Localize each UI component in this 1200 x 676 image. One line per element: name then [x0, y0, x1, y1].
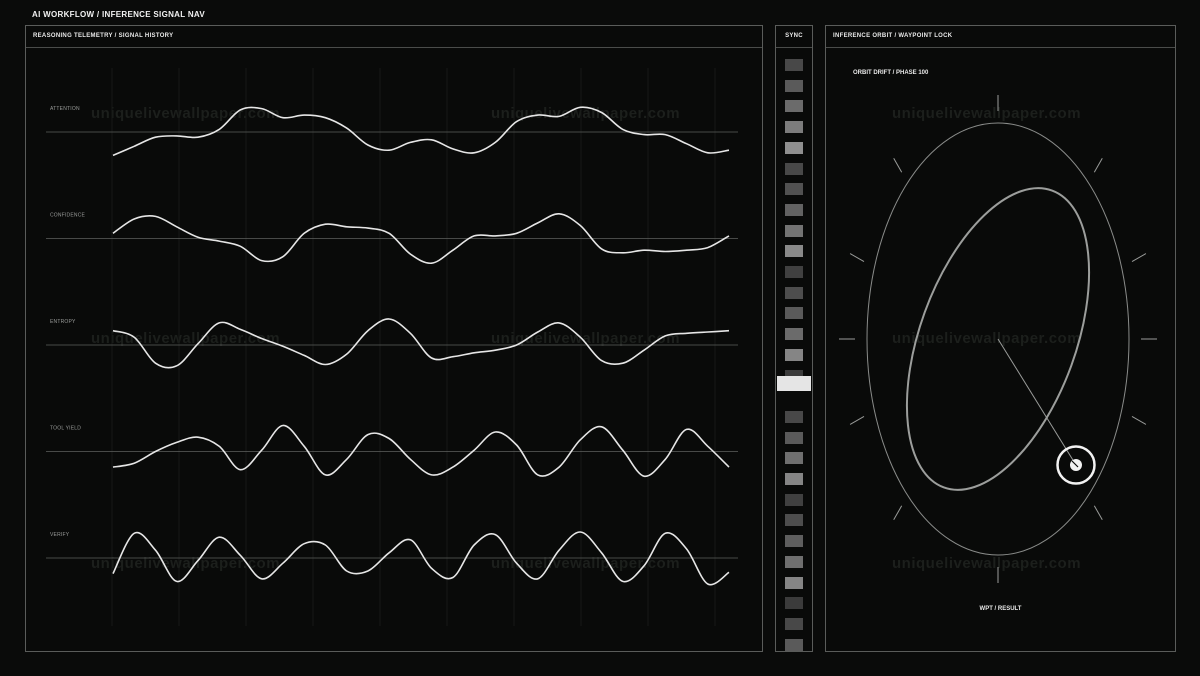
- orbit-tick: [849, 253, 865, 263]
- sync-cell: [785, 266, 803, 278]
- signal-history-plot: ATTENTION CONFIDENCE ENTROPY TOOL YIELD VERI…: [46, 68, 738, 626]
- signal-row: ENTROPY: [46, 318, 738, 369]
- signal-row: VERIFY: [46, 531, 738, 586]
- signal-row: ATTENTION: [46, 106, 738, 157]
- sync-cell: [785, 203, 803, 216]
- orbit-tick: [1131, 253, 1147, 263]
- sync-cell: [785, 638, 803, 651]
- sync-cell: [785, 410, 803, 423]
- signal-label: ATTENTION: [50, 106, 80, 112]
- orbit-tick: [893, 158, 903, 173]
- sync-cell: [785, 535, 803, 548]
- orbit-tick: [1093, 505, 1103, 520]
- orbit-panel: INFERENCE ORBIT / WAYPOINT LOCK uniqueli…: [825, 25, 1176, 652]
- sync-panel-header: SYNC: [776, 26, 812, 48]
- signal-label: CONFIDENCE: [50, 213, 86, 219]
- orbit-tick: [893, 505, 903, 520]
- orbit-drift-label: ORBIT DRIFT / PHASE 100: [853, 70, 929, 76]
- sync-cell: [785, 245, 803, 258]
- sync-cell: [785, 307, 803, 320]
- signal-label: VERIFY: [50, 532, 70, 538]
- orbit-graphic: [839, 95, 1157, 583]
- sync-cell: [785, 617, 803, 630]
- waypoint-result-label: WPT / RESULT: [979, 606, 1022, 612]
- sync-cell: [785, 121, 803, 134]
- sync-cell: [785, 514, 803, 527]
- signal-trace: [112, 318, 730, 369]
- sync-cell: [785, 224, 803, 237]
- signal-label: TOOL YIELD: [50, 426, 81, 432]
- signal-trace: [112, 424, 730, 478]
- waypoint-vector-line: [997, 338, 1077, 466]
- sync-panel: SYNC: [775, 25, 813, 652]
- signal-trace: [112, 106, 730, 157]
- signal-row: CONFIDENCE: [46, 213, 738, 265]
- sync-cell: [785, 348, 803, 361]
- sync-panel-title: SYNC: [785, 33, 803, 39]
- sync-cell: [785, 597, 803, 610]
- sync-cell: [785, 431, 803, 444]
- sync-cell: [785, 555, 803, 568]
- sync-cell: [785, 286, 803, 299]
- sync-cell: [785, 162, 803, 175]
- sync-cell: [785, 473, 803, 485]
- signal-row: TOOL YIELD: [46, 424, 738, 478]
- sync-cell: [785, 576, 803, 589]
- sync-cell: [785, 183, 803, 196]
- sync-cell-active: [777, 376, 811, 391]
- orbit-tick: [849, 415, 865, 425]
- sync-cell: [785, 59, 803, 71]
- sync-cell: [785, 100, 803, 113]
- app-title: AI WORKFLOW / INFERENCE SIGNAL NAV: [32, 10, 206, 19]
- orbit-tick: [1093, 158, 1103, 173]
- orbit-tick: [1131, 415, 1147, 425]
- sync-cell: [785, 79, 803, 92]
- sync-cell: [785, 328, 803, 341]
- sync-cell: [785, 141, 803, 154]
- signal-label: ENTROPY: [50, 319, 76, 325]
- telemetry-panel: REASONING TELEMETRY / SIGNAL HISTORY uni…: [25, 25, 763, 652]
- sync-cell: [785, 452, 803, 465]
- sync-cell: [785, 493, 803, 506]
